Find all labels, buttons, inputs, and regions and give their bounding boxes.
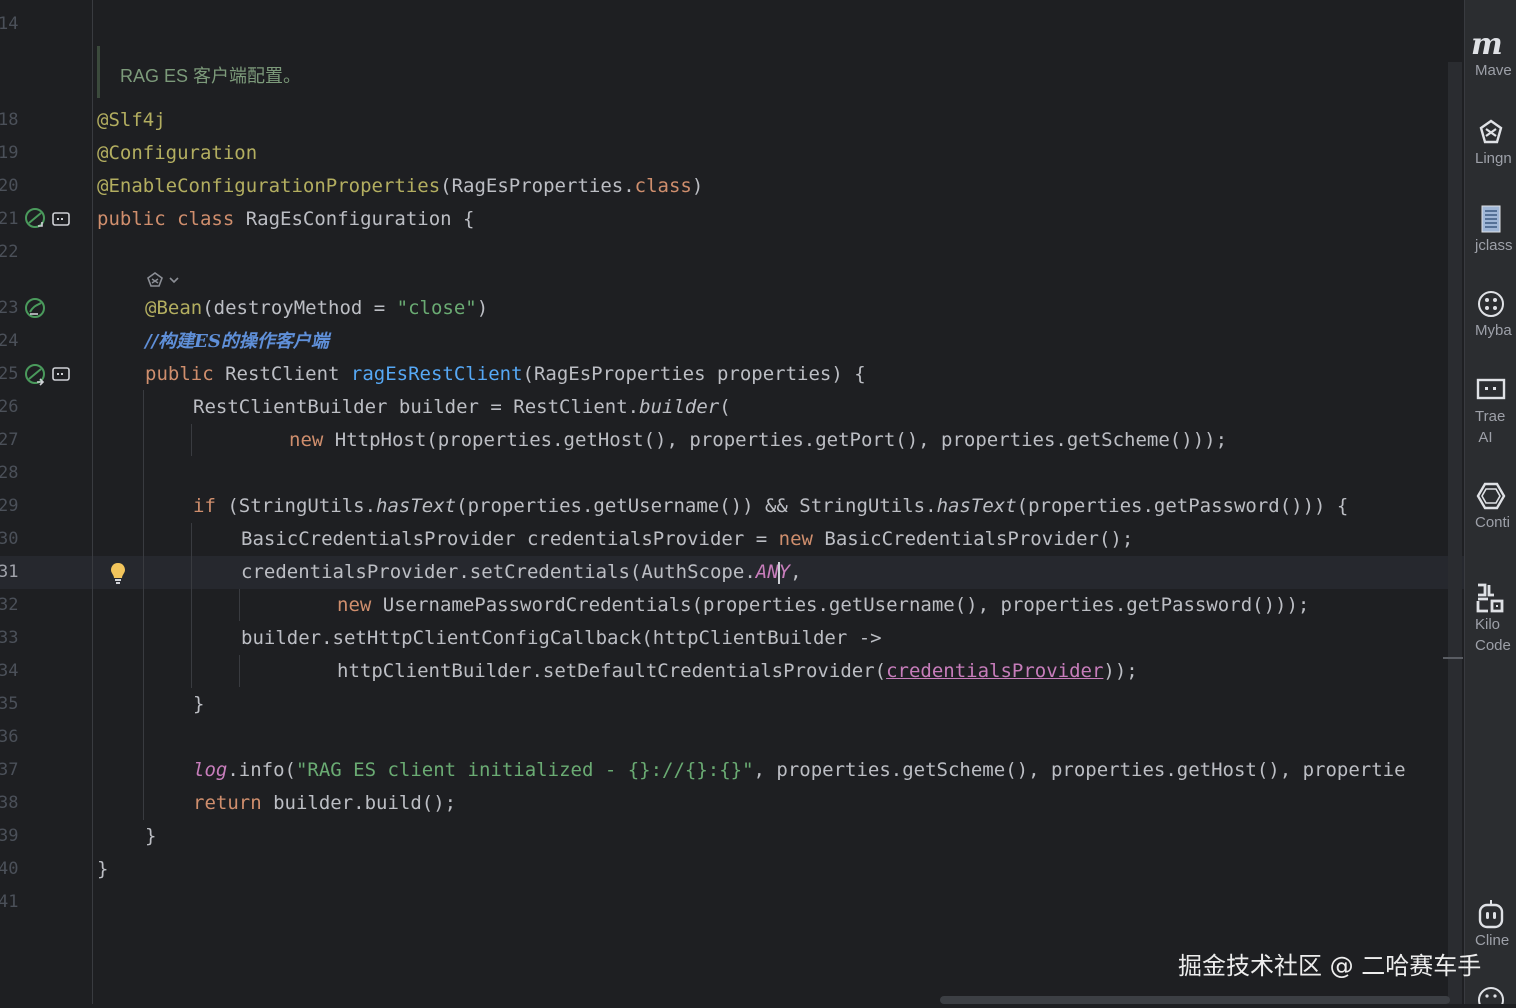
line-number: 24 [0,331,19,351]
implementation-icon[interactable] [52,211,70,231]
line-number-active: 31 [0,562,19,582]
line-number: 18 [0,110,19,130]
code-line[interactable]: if (StringUtils.hasText(properties.getUs… [193,490,1348,523]
continue-icon [1465,480,1516,512]
indent-guide [191,523,192,688]
tool-window-kilo-code[interactable]: Kilo Code [1465,582,1516,656]
bean-spring-icon[interactable] [24,207,48,235]
line-number: 19 [0,143,19,163]
line-number: 27 [0,430,19,450]
jclasslib-icon [1465,203,1516,235]
indent-guide [239,589,240,621]
cline-icon [1465,898,1516,930]
line-number: 41 [0,892,19,912]
mybatis-icon [1465,288,1516,320]
gutter-divider [92,0,93,1004]
code-line[interactable]: builder.setHttpClientConfigCallback(http… [241,622,882,655]
ai-assistant-icon[interactable] [145,270,185,294]
doc-comment-text: RAG ES 客户端配置。 [120,66,302,86]
tool-window-mybatis[interactable]: Myba [1465,288,1516,341]
line-number: 32 [0,595,19,615]
code-line[interactable]: } [145,820,156,853]
code-line[interactable]: RestClientBuilder builder = RestClient.b… [193,391,731,424]
code-line-current[interactable]: credentialsProvider.setCredentials(AuthS… [241,556,802,589]
code-line[interactable]: @Configuration [97,137,257,170]
line-number: 22 [0,242,19,262]
line-number: 26 [0,397,19,417]
line-number: 34 [0,661,19,681]
line-number: 29 [0,496,19,516]
scrollbar-marker [1443,657,1463,659]
code-line[interactable]: return builder.build(); [193,787,456,820]
line-number: 39 [0,826,19,846]
more-icon [1465,984,1516,1008]
code-editor[interactable]: 14 18 19 20 21 22 23 24 25 26 27 28 29 3… [0,0,1464,1004]
tool-window-more[interactable] [1465,984,1516,1008]
line-number: 33 [0,628,19,648]
tool-window-jclasslib[interactable]: jclass [1465,203,1516,256]
code-line[interactable]: public class RagEsConfiguration { [97,203,475,236]
lingma-icon [1465,116,1516,148]
code-line[interactable]: new UsernamePasswordCredentials(properti… [337,589,1309,622]
tool-window-lingma[interactable]: Lingn [1465,116,1516,169]
indent-guide [191,424,192,456]
indent-guide [143,390,144,820]
code-line[interactable]: } [97,853,108,886]
line-number: 40 [0,859,19,879]
line-number: 30 [0,529,19,549]
watermark: 掘金技术社区 @ 二哈赛车手 [1178,952,1482,980]
code-line[interactable]: @Slf4j [97,104,166,137]
code-line[interactable]: log.info("RAG ES client initialized - {}… [193,754,1406,787]
trae-ai-icon [1465,374,1516,406]
doc-comment-block: RAG ES 客户端配置。 [97,46,700,98]
code-line[interactable]: BasicCredentialsProvider credentialsProv… [241,523,1133,556]
lightbulb-icon[interactable] [108,561,128,589]
code-line[interactable]: new HttpHost(properties.getHost(), prope… [289,424,1227,457]
horizontal-scrollbar[interactable] [940,996,1450,1004]
code-line[interactable]: httpClientBuilder.setDefaultCredentialsP… [337,655,1138,688]
tool-window-continue[interactable]: Conti [1465,480,1516,533]
tool-window-trae-ai[interactable]: Trae AI [1465,374,1516,448]
vertical-scrollbar[interactable] [1448,62,1462,1004]
clipped-code-line: i [97,0,108,2]
line-number: 37 [0,760,19,780]
implementation-icon[interactable] [52,366,70,386]
tool-window-cline[interactable]: Cline [1465,898,1516,951]
line-number: 38 [0,793,19,813]
line-number: 36 [0,727,19,747]
line-number: 35 [0,694,19,714]
code-comment-line[interactable]: //构建ES的操作客户端 [145,325,329,358]
code-line[interactable]: @Bean(destroyMethod = "close") [145,292,488,325]
line-number: 20 [0,176,19,196]
right-tool-window-bar: m Mave Lingn jclass Myba Trae AI Conti K… [1464,0,1516,1008]
code-line[interactable]: public RestClient ragEsRestClient(RagEsP… [145,358,866,391]
maven-icon: m [1471,27,1503,62]
line-number: 28 [0,463,19,483]
code-line[interactable]: } [193,688,204,721]
tool-window-maven[interactable]: m Mave [1465,30,1516,81]
line-number: 14 [0,14,19,34]
bean-spring-icon[interactable] [24,363,48,391]
kilo-code-icon [1465,582,1516,614]
bean-method-icon[interactable] [24,297,48,325]
code-line[interactable]: @EnableConfigurationProperties(RagEsProp… [97,170,703,203]
indent-guide [239,655,240,687]
